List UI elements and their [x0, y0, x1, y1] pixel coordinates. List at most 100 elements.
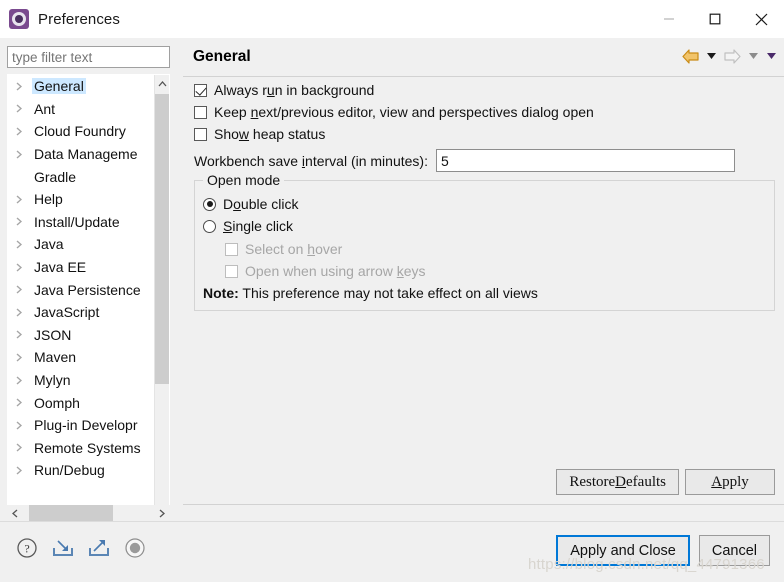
apply-button[interactable]: Apply: [685, 469, 775, 495]
preferences-tree: GeneralAnt Cloud Foundry Data ManagemeGrad…: [7, 74, 170, 529]
tree-vertical-scrollbar[interactable]: [154, 75, 169, 529]
back-arrow-icon[interactable]: [678, 44, 702, 68]
apply-and-close-button[interactable]: Apply and Close: [556, 535, 690, 566]
chevron-right-icon[interactable]: [16, 376, 32, 385]
help-icon[interactable]: ?: [14, 535, 40, 561]
radio-label: Single click: [223, 218, 293, 234]
preferences-dialog: Preferences GeneralAntCloud FoundryData …: [0, 0, 784, 582]
sidebar-item-label: Run/Debug: [32, 462, 107, 478]
sidebar: GeneralAnt Cloud Foundry Data ManagemeGrad…: [0, 38, 176, 521]
tree-vertical-scroll-thumb[interactable]: [155, 94, 170, 384]
open-mode-legend: Open mode: [203, 172, 284, 188]
note-label: Note:: [203, 285, 239, 301]
chevron-right-icon[interactable]: [16, 466, 32, 475]
import-icon[interactable]: [50, 535, 76, 561]
window-title: Preferences: [38, 11, 120, 28]
tree-horizontal-scrollbar[interactable]: [7, 505, 170, 521]
chevron-up-icon[interactable]: [155, 75, 170, 92]
gear-icon: [9, 9, 29, 29]
radio-single-click[interactable]: Single click: [203, 218, 293, 234]
sidebar-item-label: JSON: [32, 327, 73, 343]
radio-double-click[interactable]: Double click: [203, 196, 299, 212]
workbench-save-interval-row: Workbench save interval (in minutes):: [194, 149, 735, 172]
chevron-right-icon[interactable]: [16, 308, 32, 317]
chevron-right-icon[interactable]: [16, 421, 32, 430]
chevron-left-icon[interactable]: [7, 505, 23, 521]
sidebar-item-remote-systems[interactable]: Remote Systems: [8, 437, 156, 460]
sidebar-item-general[interactable]: General: [8, 75, 156, 98]
sidebar-item-run-debug[interactable]: Run/Debug: [8, 459, 156, 482]
chevron-right-icon[interactable]: [16, 330, 32, 339]
open-mode-note: Note: This preference may not take effec…: [203, 285, 538, 301]
checkbox-keep-editor-dialog-open[interactable]: Keep next/previous editor, view and pers…: [194, 104, 594, 120]
sidebar-item-label: Remote Systems: [32, 440, 143, 456]
sidebar-item-label: Cloud Foundry: [32, 123, 128, 139]
chevron-right-icon[interactable]: [16, 82, 32, 91]
sidebar-item-cloud-foundry[interactable]: Cloud Foundry: [8, 120, 156, 143]
checkbox-select-on-hover: Select on hover: [225, 241, 342, 257]
tree-item-list: GeneralAnt Cloud Foundry Data ManagemeGrad…: [8, 75, 156, 529]
cancel-button[interactable]: Cancel: [699, 535, 770, 566]
chevron-right-icon[interactable]: [16, 240, 32, 249]
sidebar-item-json[interactable]: JSON: [8, 324, 156, 347]
checkbox-label: Select on hover: [245, 241, 342, 257]
chevron-right-icon[interactable]: [16, 263, 32, 272]
note-text: This preference may not take effect on a…: [242, 285, 537, 301]
sidebar-item-help[interactable]: Help: [8, 188, 156, 211]
save-interval-input[interactable]: [436, 149, 735, 172]
chevron-right-icon[interactable]: [16, 104, 32, 113]
checkbox-label: Keep next/previous editor, view and pers…: [214, 104, 594, 120]
page-navigation-toolbar: [678, 44, 780, 68]
radio-box[interactable]: [203, 198, 216, 211]
chevron-right-icon[interactable]: [16, 398, 32, 407]
page-menu-chevron-down-icon[interactable]: [762, 44, 780, 68]
page-action-buttons: Restore Defaults Apply: [556, 469, 775, 495]
tree-horizontal-scroll-thumb[interactable]: [29, 505, 113, 521]
chevron-right-icon[interactable]: [16, 285, 32, 294]
checkbox-always-run-in-background[interactable]: Always run in background: [194, 82, 374, 98]
chevron-right-icon[interactable]: [16, 353, 32, 362]
sidebar-item-oomph[interactable]: Oomph: [8, 391, 156, 414]
sidebar-item-label: Java EE: [32, 259, 88, 275]
checkbox-box: [225, 243, 238, 256]
chevron-right-icon[interactable]: [16, 127, 32, 136]
checkbox-show-heap-status[interactable]: Show heap status: [194, 126, 325, 142]
minimize-icon[interactable]: [646, 0, 692, 38]
restore-defaults-button[interactable]: Restore Defaults: [556, 469, 679, 495]
close-icon[interactable]: [738, 0, 784, 38]
back-menu-chevron-down-icon[interactable]: [702, 44, 720, 68]
preference-page: General: [183, 38, 784, 521]
sidebar-item-javascript[interactable]: JavaScript: [8, 301, 156, 324]
radio-box[interactable]: [203, 220, 216, 233]
sidebar-item-java-ee[interactable]: Java EE: [8, 256, 156, 279]
circle-button-icon[interactable]: [122, 535, 148, 561]
chevron-right-icon[interactable]: [16, 195, 32, 204]
export-icon[interactable]: [86, 535, 112, 561]
checkbox-label: Open when using arrow keys: [245, 263, 426, 279]
sidebar-item-plug-in-developr[interactable]: Plug-in Developr: [8, 414, 156, 437]
checkbox-box[interactable]: [194, 128, 207, 141]
forward-menu-chevron-down-icon: [744, 44, 762, 68]
checkbox-box[interactable]: [194, 84, 207, 97]
sidebar-item-java-persistence[interactable]: Java Persistence: [8, 278, 156, 301]
checkbox-label: Show heap status: [214, 126, 325, 142]
radio-label: Double click: [223, 196, 299, 212]
sidebar-item-java[interactable]: Java: [8, 233, 156, 256]
sidebar-item-ant[interactable]: Ant: [8, 98, 156, 121]
sidebar-item-maven[interactable]: Maven: [8, 346, 156, 369]
sidebar-item-data-manageme[interactable]: Data Manageme: [8, 143, 156, 166]
chevron-right-icon[interactable]: [154, 505, 170, 521]
checkbox-open-when-using-arrow-keys: Open when using arrow keys: [225, 263, 426, 279]
sidebar-item-mylyn[interactable]: Mylyn: [8, 369, 156, 392]
filter-input[interactable]: [7, 46, 170, 68]
sidebar-item-install-update[interactable]: Install/Update: [8, 211, 156, 234]
page-header: General: [183, 38, 784, 77]
chevron-right-icon[interactable]: [16, 443, 32, 452]
chevron-right-icon[interactable]: [16, 217, 32, 226]
checkbox-box[interactable]: [194, 106, 207, 119]
maximize-icon[interactable]: [692, 0, 738, 38]
sidebar-item-label: Java Persistence: [32, 282, 143, 298]
page-body: Always run in background Keep next/previ…: [183, 77, 784, 521]
chevron-right-icon[interactable]: [16, 150, 32, 159]
sidebar-item-gradle[interactable]: Gradle: [8, 165, 156, 188]
